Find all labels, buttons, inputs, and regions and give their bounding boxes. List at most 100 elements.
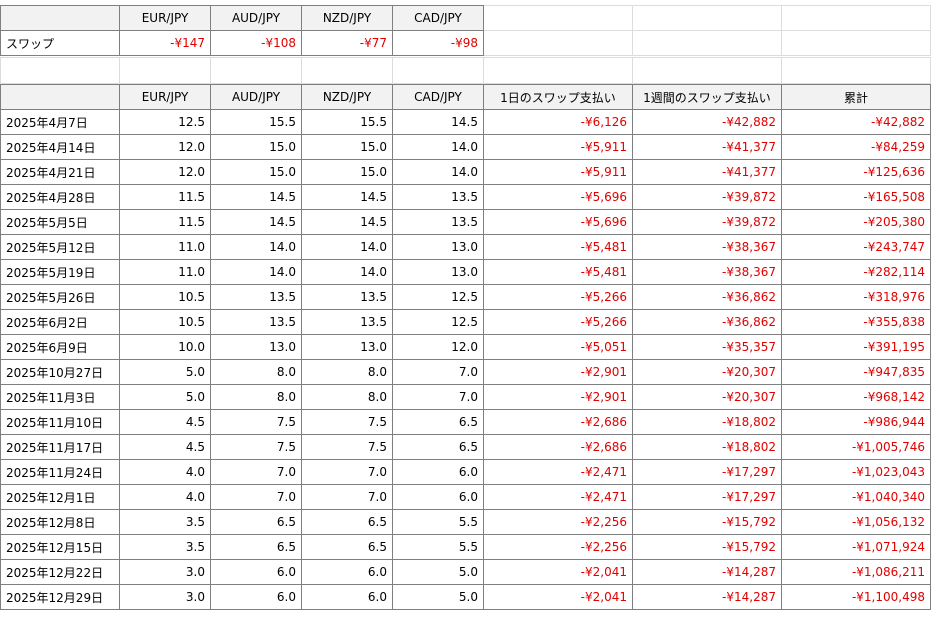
weekly-swap-cell[interactable]: -¥15,792	[632, 509, 782, 535]
daily-swap-cell[interactable]: -¥5,481	[483, 259, 633, 285]
date-cell[interactable]: 2025年11月24日	[0, 459, 120, 485]
weekly-swap-cell[interactable]: -¥20,307	[632, 384, 782, 410]
date-cell[interactable]: 2025年12月22日	[0, 559, 120, 585]
daily-swap-cell[interactable]: -¥2,256	[483, 534, 633, 560]
daily-swap-cell[interactable]: -¥5,266	[483, 284, 633, 310]
nzdjpy-lots-cell[interactable]: 14.5	[301, 184, 393, 210]
daily-swap-cell[interactable]: -¥2,041	[483, 584, 633, 610]
daily-swap-cell[interactable]: -¥2,686	[483, 434, 633, 460]
date-cell[interactable]: 2025年12月15日	[0, 534, 120, 560]
header-daily-swap[interactable]: 1日のスワップ支払い	[483, 84, 633, 110]
daily-swap-cell[interactable]: -¥5,911	[483, 159, 633, 185]
audjpy-lots-cell[interactable]: 14.5	[210, 209, 302, 235]
weekly-swap-cell[interactable]: -¥39,872	[632, 184, 782, 210]
nzdjpy-lots-cell[interactable]: 8.0	[301, 384, 393, 410]
swap-rate-header-audjpy[interactable]: AUD/JPY	[210, 5, 302, 31]
daily-swap-cell[interactable]: -¥2,256	[483, 509, 633, 535]
cumulative-cell[interactable]: -¥355,838	[781, 309, 931, 335]
eurjpy-lots-cell[interactable]: 12.5	[119, 109, 211, 135]
weekly-swap-cell[interactable]: -¥35,357	[632, 334, 782, 360]
header-cumulative[interactable]: 累計	[781, 84, 931, 110]
cumulative-cell[interactable]: -¥42,882	[781, 109, 931, 135]
nzdjpy-lots-cell[interactable]: 13.0	[301, 334, 393, 360]
empty-cell[interactable]	[483, 5, 633, 31]
cumulative-cell[interactable]: -¥84,259	[781, 134, 931, 160]
weekly-swap-cell[interactable]: -¥36,862	[632, 309, 782, 335]
empty-cell[interactable]	[632, 57, 782, 84]
cumulative-cell[interactable]: -¥318,976	[781, 284, 931, 310]
audjpy-lots-cell[interactable]: 6.0	[210, 584, 302, 610]
nzdjpy-lots-cell[interactable]: 7.5	[301, 434, 393, 460]
cadjpy-lots-cell[interactable]: 13.0	[392, 259, 484, 285]
eurjpy-lots-cell[interactable]: 11.0	[119, 234, 211, 260]
audjpy-lots-cell[interactable]: 14.0	[210, 234, 302, 260]
eurjpy-lots-cell[interactable]: 12.0	[119, 134, 211, 160]
daily-swap-cell[interactable]: -¥6,126	[483, 109, 633, 135]
header-cadjpy[interactable]: CAD/JPY	[392, 84, 484, 110]
cumulative-cell[interactable]: -¥1,005,746	[781, 434, 931, 460]
cadjpy-lots-cell[interactable]: 12.0	[392, 334, 484, 360]
empty-cell[interactable]	[210, 57, 302, 84]
audjpy-lots-cell[interactable]: 6.0	[210, 559, 302, 585]
swap-rate-header-cadjpy[interactable]: CAD/JPY	[392, 5, 484, 31]
date-cell[interactable]: 2025年5月26日	[0, 284, 120, 310]
empty-cell[interactable]	[632, 30, 782, 56]
nzdjpy-lots-cell[interactable]: 15.0	[301, 159, 393, 185]
cumulative-cell[interactable]: -¥125,636	[781, 159, 931, 185]
cumulative-cell[interactable]: -¥1,023,043	[781, 459, 931, 485]
weekly-swap-cell[interactable]: -¥14,287	[632, 559, 782, 585]
cadjpy-lots-cell[interactable]: 6.5	[392, 409, 484, 435]
date-cell[interactable]: 2025年12月8日	[0, 509, 120, 535]
cumulative-cell[interactable]: -¥986,944	[781, 409, 931, 435]
weekly-swap-cell[interactable]: -¥38,367	[632, 259, 782, 285]
nzdjpy-lots-cell[interactable]: 7.5	[301, 409, 393, 435]
swap-rate-header-eurjpy[interactable]: EUR/JPY	[119, 5, 211, 31]
date-cell[interactable]: 2025年6月2日	[0, 309, 120, 335]
cumulative-cell[interactable]: -¥947,835	[781, 359, 931, 385]
eurjpy-lots-cell[interactable]: 5.0	[119, 359, 211, 385]
daily-swap-cell[interactable]: -¥2,901	[483, 384, 633, 410]
cumulative-cell[interactable]: -¥243,747	[781, 234, 931, 260]
header-weekly-swap[interactable]: 1週間のスワップ支払い	[632, 84, 782, 110]
header-corner[interactable]	[0, 84, 120, 110]
date-cell[interactable]: 2025年12月29日	[0, 584, 120, 610]
daily-swap-cell[interactable]: -¥5,481	[483, 234, 633, 260]
empty-cell[interactable]	[632, 5, 782, 31]
weekly-swap-cell[interactable]: -¥18,802	[632, 434, 782, 460]
empty-cell[interactable]	[301, 57, 393, 84]
weekly-swap-cell[interactable]: -¥14,287	[632, 584, 782, 610]
weekly-swap-cell[interactable]: -¥41,377	[632, 159, 782, 185]
weekly-swap-cell[interactable]: -¥41,377	[632, 134, 782, 160]
cadjpy-lots-cell[interactable]: 13.0	[392, 234, 484, 260]
nzdjpy-lots-cell[interactable]: 13.5	[301, 309, 393, 335]
audjpy-lots-cell[interactable]: 14.5	[210, 184, 302, 210]
daily-swap-cell[interactable]: -¥5,051	[483, 334, 633, 360]
audjpy-lots-cell[interactable]: 13.5	[210, 309, 302, 335]
daily-swap-cell[interactable]: -¥5,696	[483, 184, 633, 210]
date-cell[interactable]: 2025年5月5日	[0, 209, 120, 235]
eurjpy-lots-cell[interactable]: 4.5	[119, 409, 211, 435]
cadjpy-lots-cell[interactable]: 13.5	[392, 184, 484, 210]
audjpy-lots-cell[interactable]: 6.5	[210, 509, 302, 535]
eurjpy-lots-cell[interactable]: 11.5	[119, 209, 211, 235]
audjpy-lots-cell[interactable]: 15.5	[210, 109, 302, 135]
nzdjpy-lots-cell[interactable]: 6.5	[301, 534, 393, 560]
cadjpy-lots-cell[interactable]: 6.5	[392, 434, 484, 460]
date-cell[interactable]: 2025年5月12日	[0, 234, 120, 260]
weekly-swap-cell[interactable]: -¥18,802	[632, 409, 782, 435]
nzdjpy-lots-cell[interactable]: 14.0	[301, 234, 393, 260]
empty-cell[interactable]	[119, 57, 211, 84]
date-cell[interactable]: 2025年11月10日	[0, 409, 120, 435]
audjpy-lots-cell[interactable]: 13.0	[210, 334, 302, 360]
eurjpy-lots-cell[interactable]: 12.0	[119, 159, 211, 185]
cumulative-cell[interactable]: -¥968,142	[781, 384, 931, 410]
audjpy-lots-cell[interactable]: 6.5	[210, 534, 302, 560]
swap-nzdjpy-cell[interactable]: -¥77	[301, 30, 393, 56]
date-cell[interactable]: 2025年4月28日	[0, 184, 120, 210]
nzdjpy-lots-cell[interactable]: 6.0	[301, 559, 393, 585]
swap-audjpy-cell[interactable]: -¥108	[210, 30, 302, 56]
cadjpy-lots-cell[interactable]: 14.0	[392, 134, 484, 160]
daily-swap-cell[interactable]: -¥5,266	[483, 309, 633, 335]
cadjpy-lots-cell[interactable]: 14.5	[392, 109, 484, 135]
nzdjpy-lots-cell[interactable]: 14.5	[301, 209, 393, 235]
